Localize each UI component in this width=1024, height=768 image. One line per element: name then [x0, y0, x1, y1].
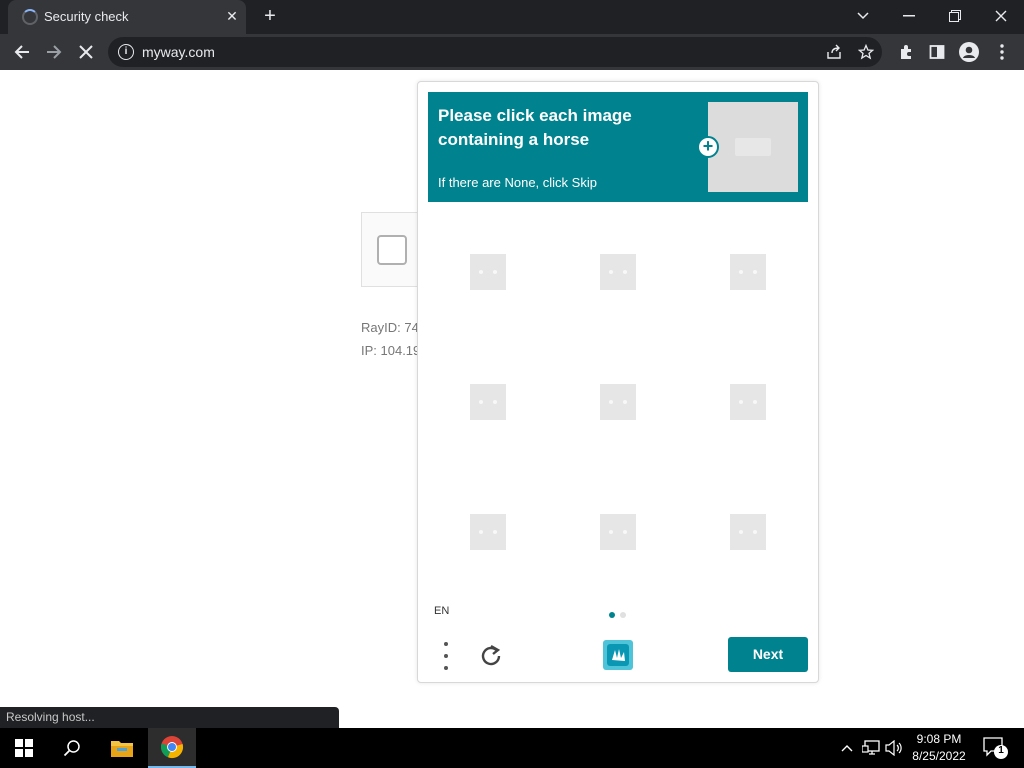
windows-start-icon[interactable]: [0, 728, 48, 768]
plus-icon[interactable]: +: [697, 136, 719, 158]
tab-security-check[interactable]: Security check ✕: [8, 0, 246, 34]
captcha-challenge: Please click each image containing a hor…: [417, 81, 819, 683]
page-indicator: [620, 612, 626, 618]
star-icon[interactable]: [856, 42, 876, 62]
back-arrow-icon[interactable]: [8, 38, 36, 66]
restore-icon[interactable]: [940, 2, 970, 30]
share-icon[interactable]: [824, 42, 844, 62]
example-image-placeholder: [735, 138, 771, 156]
checkbox-icon[interactable]: [377, 235, 407, 265]
taskbar: 9:08 PM 8/25/2022 1: [0, 728, 1024, 768]
chevron-down-icon[interactable]: [848, 2, 878, 30]
page-indicator-active: [609, 612, 615, 618]
forward-arrow-icon[interactable]: [40, 38, 68, 66]
clock-time: 9:08 PM: [916, 732, 962, 746]
tab-strip: Security check ✕ +: [0, 0, 1024, 34]
ray-id-text: RayID: 74: [361, 320, 419, 335]
notification-icon[interactable]: 1: [982, 736, 1008, 760]
captcha-tile[interactable]: [470, 254, 506, 290]
hcaptcha-logo-icon[interactable]: [601, 638, 635, 672]
refresh-icon[interactable]: [476, 641, 506, 671]
close-window-icon[interactable]: [986, 2, 1016, 30]
captcha-tile[interactable]: [600, 384, 636, 420]
captcha-tile[interactable]: [730, 254, 766, 290]
address-url[interactable]: myway.com: [142, 44, 215, 60]
clock-date: 8/25/2022: [912, 749, 966, 763]
status-bubble: Resolving host...: [0, 707, 339, 728]
captcha-tile[interactable]: [470, 384, 506, 420]
language-selector[interactable]: EN: [434, 605, 449, 617]
captcha-header: Please click each image containing a hor…: [428, 92, 808, 202]
captcha-tile[interactable]: [600, 254, 636, 290]
example-image: [708, 102, 798, 192]
network-icon[interactable]: [862, 738, 880, 758]
captcha-prompt: Please click each image containing a hor…: [438, 106, 632, 149]
search-icon[interactable]: [48, 728, 96, 768]
captcha-tile[interactable]: [730, 514, 766, 550]
menu-icon[interactable]: [988, 38, 1016, 66]
chevron-up-icon[interactable]: [838, 738, 856, 758]
captcha-menu-icon[interactable]: [436, 642, 456, 670]
system-clock[interactable]: 9:08 PM 8/25/2022: [906, 731, 972, 765]
captcha-tile[interactable]: [470, 514, 506, 550]
address-bar[interactable]: i myway.com: [108, 37, 882, 67]
captcha-subtext: If there are None, click Skip: [438, 175, 597, 190]
stop-icon[interactable]: [72, 38, 100, 66]
notification-count: 1: [998, 745, 1004, 756]
next-button[interactable]: Next: [728, 637, 808, 672]
tab-title: Security check: [44, 9, 129, 24]
close-icon[interactable]: ✕: [222, 6, 242, 26]
minimize-icon[interactable]: [894, 2, 924, 30]
profile-icon[interactable]: [955, 38, 983, 66]
volume-icon[interactable]: [885, 738, 903, 758]
side-panel-icon[interactable]: [923, 38, 951, 66]
file-explorer-icon[interactable]: [98, 728, 146, 768]
info-icon[interactable]: i: [118, 44, 134, 60]
captcha-tile[interactable]: [600, 514, 636, 550]
ip-text: IP: 104.19: [361, 343, 419, 358]
new-tab-button[interactable]: +: [258, 5, 282, 29]
extensions-icon[interactable]: [892, 38, 920, 66]
spinner-icon: [22, 9, 38, 25]
captcha-tile[interactable]: [730, 384, 766, 420]
browser-toolbar: i myway.com: [0, 34, 1024, 70]
chrome-icon[interactable]: [148, 728, 196, 768]
